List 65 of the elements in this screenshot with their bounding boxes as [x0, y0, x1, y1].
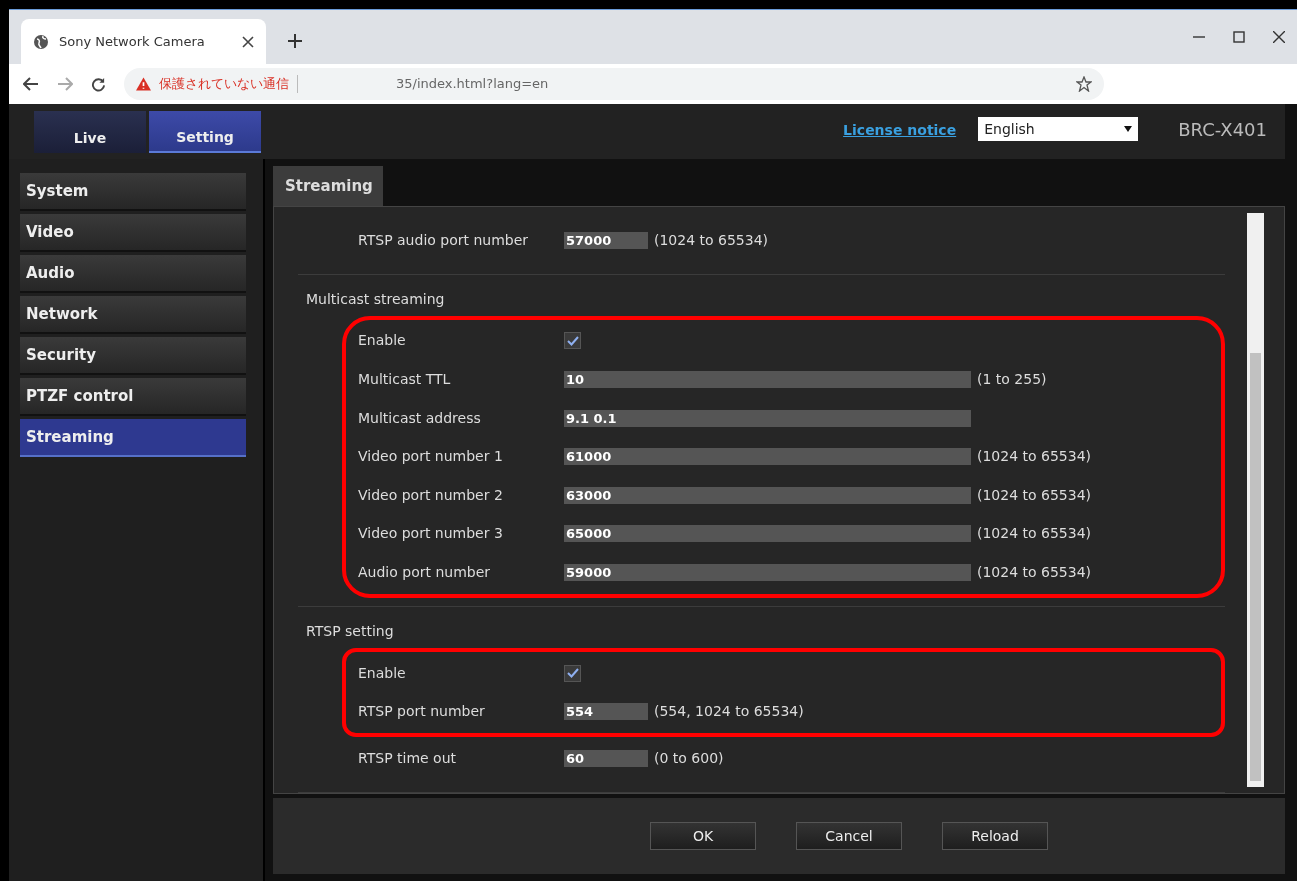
license-link[interactable]: License notice: [843, 120, 957, 141]
checkbox[interactable]: [564, 664, 581, 682]
input-field[interactable]: 60: [564, 749, 648, 767]
warning-icon: [136, 77, 151, 91]
scrollbar[interactable]: [1247, 213, 1264, 787]
input-field[interactable]: 57000: [564, 231, 648, 249]
section-title: Multicast streaming: [305, 289, 446, 309]
action-button[interactable]: OK: [650, 822, 756, 850]
address-bar[interactable]: 保護されていない通信 35/index.html?lang=en: [124, 68, 1104, 100]
input-field[interactable]: 554: [564, 703, 648, 721]
maximize-icon[interactable]: [1233, 31, 1245, 43]
checkbox[interactable]: [564, 332, 581, 350]
field-label: Enable: [357, 331, 407, 351]
section-title: RTSP setting: [305, 621, 395, 641]
input-field[interactable]: 61000: [564, 448, 971, 466]
close-icon[interactable]: [1273, 31, 1285, 43]
browser-tab[interactable]: Sony Network Camera: [21, 19, 266, 64]
globe-icon: [33, 33, 49, 50]
nav-tab[interactable]: Live: [34, 111, 146, 153]
model-name: BRC-X401: [1178, 118, 1267, 142]
range-hint: (1 to 255): [977, 370, 1047, 389]
field-label: Multicast address: [357, 408, 482, 428]
sidebar-item[interactable]: Video: [20, 214, 246, 252]
action-button[interactable]: Cancel: [796, 822, 902, 850]
sidebar-item[interactable]: Network: [20, 296, 246, 334]
url-text: 35/index.html?lang=en: [396, 75, 550, 94]
input-field[interactable]: 59000: [564, 563, 971, 581]
input-field[interactable]: 63000: [564, 486, 971, 504]
sidebar-item[interactable]: Audio: [20, 255, 246, 293]
sidebar-item[interactable]: PTZF control: [20, 378, 246, 416]
scrollbar-thumb[interactable]: [1250, 353, 1261, 781]
range-hint: (1024 to 65534): [977, 485, 1092, 505]
field-label: Audio port number: [357, 562, 492, 582]
sidebar-item[interactable]: System: [20, 173, 246, 211]
nav-tab[interactable]: Setting: [149, 111, 261, 153]
sidebar-item[interactable]: Streaming: [20, 419, 246, 457]
caret-icon: [1124, 126, 1133, 132]
input-field[interactable]: 9.1 0.1: [564, 409, 971, 427]
reload-icon[interactable]: [91, 76, 106, 92]
range-hint: (1024 to 65534): [977, 524, 1092, 544]
panel-tab[interactable]: Streaming: [273, 166, 383, 206]
field-label: Video port number 1: [357, 447, 504, 467]
sidebar-item[interactable]: Security: [20, 337, 246, 375]
field-label: Enable: [357, 663, 407, 683]
input-field[interactable]: 65000: [564, 525, 971, 543]
range-hint: (1024 to 65534): [977, 562, 1092, 582]
action-button[interactable]: Reload: [942, 822, 1048, 850]
range-hint: (0 to 600): [654, 748, 724, 768]
star-icon[interactable]: [1076, 76, 1092, 92]
field-label: Multicast TTL: [357, 370, 452, 389]
close-icon[interactable]: [242, 35, 254, 48]
field-label: RTSP port number: [357, 702, 486, 722]
field-label: RTSP time out: [357, 748, 458, 768]
back-icon[interactable]: [23, 77, 39, 91]
field-label: RTSP audio port number: [357, 230, 530, 250]
security-warning: 保護されていない通信: [159, 75, 289, 94]
range-hint: (554, 1024 to 65534): [654, 702, 804, 722]
tab-title: Sony Network Camera: [59, 32, 206, 51]
new-tab-icon[interactable]: [288, 34, 302, 48]
field-label: Video port number 3: [357, 524, 504, 544]
range-hint: (1024 to 65534): [977, 447, 1092, 467]
range-hint: (1024 to 65534): [654, 230, 769, 250]
input-field[interactable]: 10: [564, 371, 971, 388]
language-select[interactable]: English: [978, 117, 1139, 141]
field-label: Video port number 2: [357, 485, 504, 505]
